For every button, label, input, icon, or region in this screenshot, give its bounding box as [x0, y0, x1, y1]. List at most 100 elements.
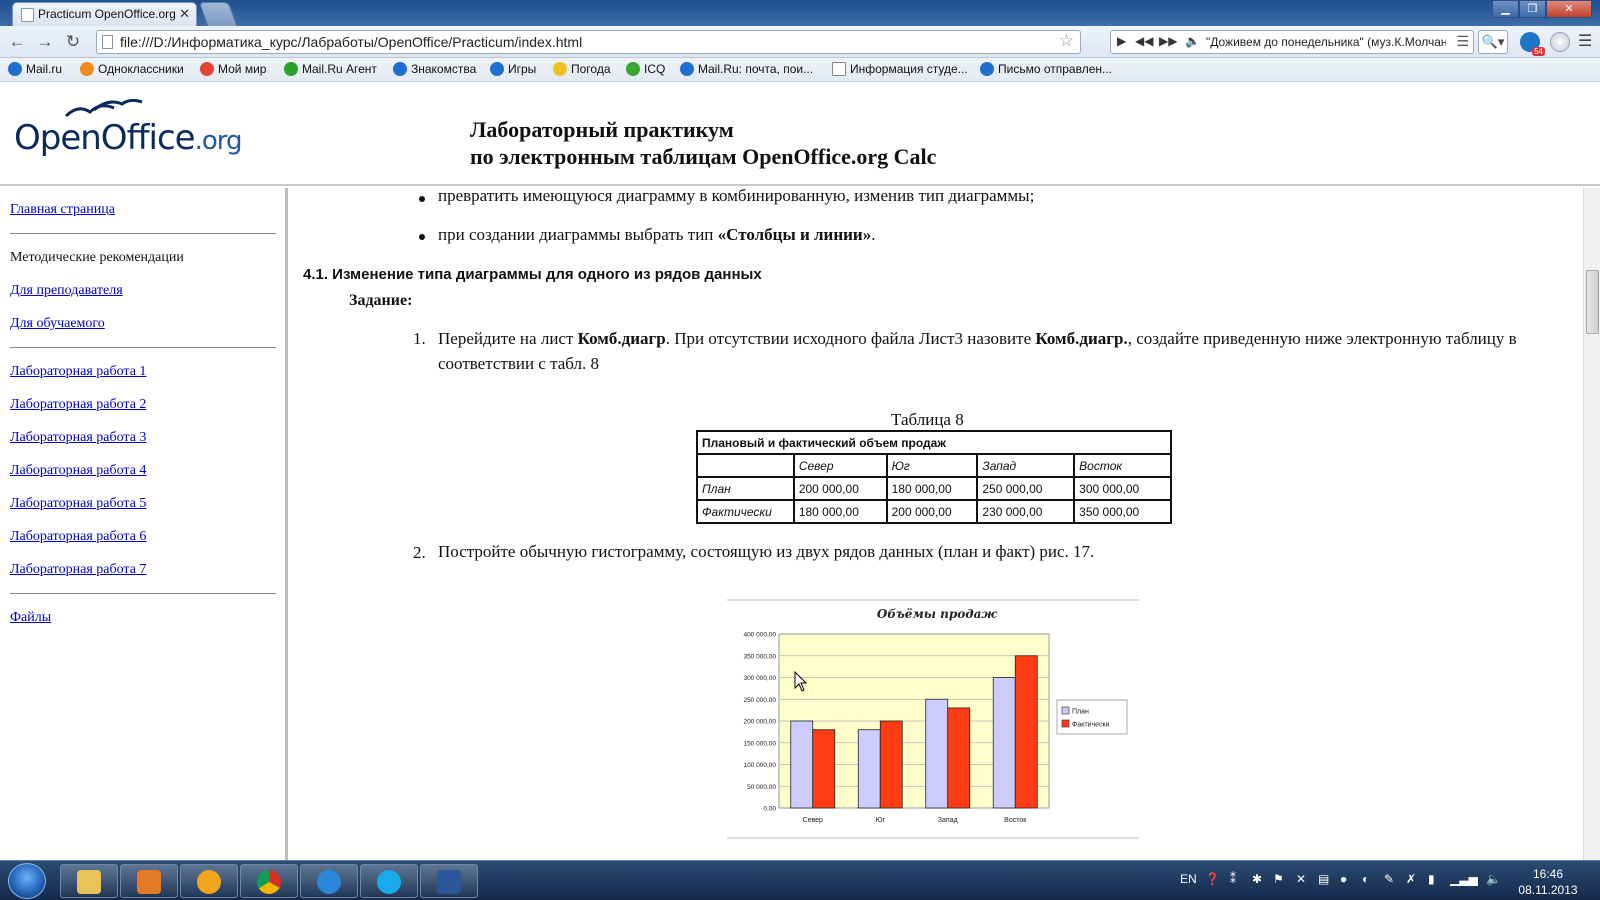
tray-icon[interactable]: ✎	[1384, 872, 1394, 886]
step-number: 1.	[413, 329, 426, 348]
player-track-title: "Доживем до понедельника" (муз.К.Молчан	[1206, 35, 1446, 49]
forward-arrow-icon[interactable]: →	[34, 32, 56, 52]
taskbar-app-explorer[interactable]	[60, 864, 118, 898]
close-window-button[interactable]: ✕	[1546, 0, 1592, 18]
games-icon	[490, 62, 504, 76]
divider	[10, 593, 276, 594]
tray-icon[interactable]: ◐	[1362, 872, 1369, 886]
browser-tab-active[interactable]: Practicum OpenOffice.org ✕	[12, 2, 197, 26]
bookmark-item[interactable]: Информация студе...	[832, 62, 968, 76]
scrollbar-thumb[interactable]	[1586, 270, 1599, 334]
bookmark-item[interactable]: Одноклассники	[80, 62, 184, 76]
sidebar-link-lab-7[interactable]: Лабораторная работа 7	[10, 562, 146, 578]
legend-box	[1056, 699, 1128, 735]
bullet-icon	[419, 234, 425, 240]
taskbar-app-chrome[interactable]	[240, 864, 298, 898]
at-sign-icon	[393, 62, 407, 76]
bookmark-item[interactable]: Мой мир	[200, 62, 266, 76]
mail-ru-icon	[980, 62, 994, 76]
volume-icon[interactable]: 🔈	[1486, 872, 1501, 886]
bookmark-item[interactable]: Погода	[553, 62, 611, 76]
bullet-text: превратить имеющуюся диаграмму в комбини…	[438, 188, 1035, 205]
legend-swatch	[1061, 719, 1070, 728]
bookmark-star-icon[interactable]: ☆	[1059, 31, 1074, 51]
taskbar-app-word[interactable]	[420, 864, 478, 898]
page-title: Лабораторный практикум по электронным та…	[470, 116, 936, 170]
restore-button[interactable]: ❐	[1519, 0, 1546, 18]
tray-icon[interactable]: ✗	[1406, 872, 1416, 886]
table-cell: 180 000,00	[792, 499, 888, 524]
browser-menu-icon[interactable]: ☰	[1578, 31, 1592, 51]
taskbar-app-media[interactable]	[120, 864, 178, 898]
bookmark-item[interactable]: Знакомства	[393, 62, 476, 76]
volume-icon[interactable]: 🔈	[1185, 34, 1200, 48]
moy-mir-icon	[200, 62, 214, 76]
tab-close-icon[interactable]: ✕	[179, 6, 190, 22]
player-menu-icon[interactable]: ☰	[1456, 33, 1469, 50]
sidebar-link-lab-5[interactable]: Лабораторная работа 5	[10, 496, 146, 512]
logo-main-text: OpenOffice	[14, 118, 196, 158]
table-row: Плановый и фактический объем продаж	[696, 430, 1172, 455]
flag-icon[interactable]: ⚑	[1273, 872, 1284, 886]
y-tick-label: 100 000,00	[743, 762, 776, 769]
sidebar-link-lab-2[interactable]: Лабораторная работа 2	[10, 397, 146, 413]
chart-title: Объёмы продаж	[877, 607, 998, 621]
bar-plan	[992, 677, 1016, 809]
sidebar-link-lab-4[interactable]: Лабораторная работа 4	[10, 463, 146, 479]
start-button[interactable]	[8, 863, 46, 899]
mail-ru-icon	[680, 62, 694, 76]
minimize-button[interactable]: ▁	[1492, 0, 1519, 18]
new-tab-button[interactable]	[198, 2, 238, 26]
next-icon[interactable]: ▶▶	[1159, 34, 1177, 48]
reload-icon[interactable]: ↻	[62, 32, 84, 52]
tray-icon[interactable]: ▮	[1428, 872, 1435, 886]
sidebar-link-lab-1[interactable]: Лабораторная работа 1	[10, 364, 146, 380]
sidebar-link-student[interactable]: Для обучаемого	[10, 316, 105, 332]
tray-icon[interactable]: ●	[1340, 872, 1347, 886]
bookmark-item[interactable]: Mail.Ru: почта, пои...	[680, 62, 813, 76]
extension-icon[interactable]	[1550, 32, 1570, 52]
table-cell: 300 000,00	[1073, 476, 1172, 501]
taskbar-app-ie[interactable]	[300, 864, 358, 898]
bookmark-item[interactable]: Письмо отправлен...	[980, 62, 1112, 76]
bookmark-item[interactable]: Mail.ru	[8, 62, 62, 76]
table-row: Север Юг Запад Восток	[696, 453, 1172, 478]
back-arrow-icon[interactable]: ←	[6, 32, 28, 52]
sidebar-link-home[interactable]: Главная страница	[10, 202, 115, 218]
sidebar-link-teacher[interactable]: Для преподавателя	[10, 283, 123, 299]
media-player-icon	[137, 870, 161, 894]
sidebar-link-lab-6[interactable]: Лабораторная работа 6	[10, 529, 146, 545]
title-line-2: по электронным таблицам OpenOffice.org C…	[470, 144, 937, 169]
mail-agent-extension-icon[interactable]: 54	[1520, 32, 1545, 56]
tray-icon[interactable]: ✕	[1296, 872, 1306, 886]
title-line-1: Лабораторный практикум	[470, 117, 734, 142]
address-url[interactable]: file:///D:/Информатика_курс/Лабработы/Op…	[120, 34, 582, 50]
bookmark-item[interactable]: Mail.Ru Агент	[284, 62, 377, 76]
bookmark-item[interactable]: ICQ	[626, 62, 665, 76]
network-icon[interactable]: ▁▃▅	[1450, 872, 1478, 886]
taskbar-app-skype[interactable]	[360, 864, 418, 898]
table-header-cell: Запад	[976, 453, 1076, 478]
address-bar[interactable]: file:///D:/Информатика_курс/Лабработы/Op…	[96, 30, 1081, 54]
bluetooth-icon[interactable]: ✱	[1252, 872, 1262, 886]
table-caption: Таблица 8	[891, 410, 964, 429]
table-header-cell: Юг	[885, 453, 979, 478]
page-icon	[21, 8, 34, 22]
y-tick-label: 50 000,00	[747, 784, 776, 791]
sidebar-link-lab-3[interactable]: Лабораторная работа 3	[10, 430, 146, 446]
sidebar-link-files[interactable]: Файлы	[10, 610, 51, 626]
divider	[10, 233, 276, 234]
tray-icon[interactable]: ▤	[1318, 872, 1329, 886]
previous-icon[interactable]: ◀◀	[1135, 34, 1153, 48]
page-icon	[832, 62, 846, 76]
help-icon[interactable]: ❓	[1205, 872, 1220, 886]
table-cell: 180 000,00	[885, 476, 979, 501]
taskbar-clock[interactable]: 16:46 08.11.2013	[1512, 866, 1584, 898]
bookmark-item[interactable]: Игры	[490, 62, 536, 76]
tray-icon[interactable]: ⁑	[1230, 872, 1236, 886]
taskbar-app-mail-agent[interactable]	[180, 864, 238, 898]
search-icon[interactable]: 🔍▾	[1478, 30, 1508, 54]
play-icon[interactable]: ▶	[1117, 34, 1126, 48]
page-scrollbar[interactable]	[1583, 188, 1600, 860]
language-indicator[interactable]: EN	[1180, 872, 1197, 886]
